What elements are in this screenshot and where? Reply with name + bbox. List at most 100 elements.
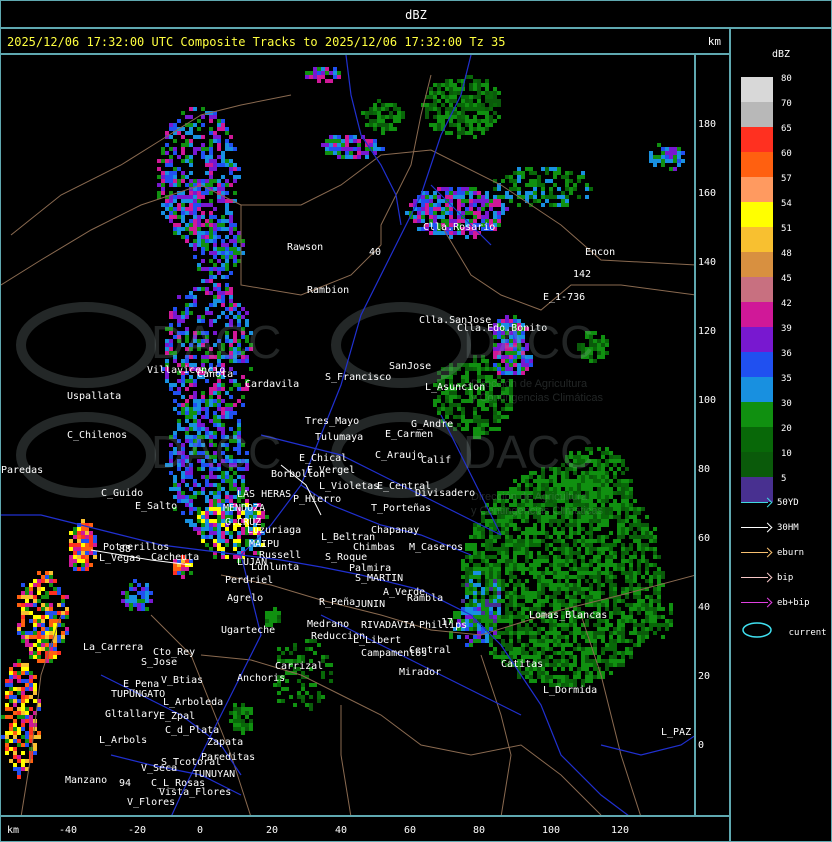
radar-echo-pixel (481, 355, 485, 359)
radar-echo-pixel (189, 159, 193, 163)
radar-echo-pixel (493, 355, 497, 359)
radar-echo-pixel (449, 211, 453, 215)
radar-echo-pixel (641, 507, 645, 511)
radar-echo-pixel (557, 603, 561, 607)
radar-echo-pixel (473, 87, 477, 91)
radar-echo-pixel (605, 471, 609, 475)
radar-echo-pixel (569, 631, 573, 635)
radar-echo-pixel (573, 647, 577, 651)
radar-echo-pixel (477, 107, 481, 111)
radar-echo-pixel (513, 187, 517, 191)
radar-echo-pixel (197, 179, 201, 183)
radar-echo-pixel (469, 575, 473, 579)
radar-echo-pixel (565, 579, 569, 583)
radar-echo-pixel (189, 127, 193, 131)
radar-echo-pixel (457, 79, 461, 83)
radar-echo-pixel (573, 639, 577, 643)
radar-echo-pixel (581, 471, 585, 475)
radar-echo-pixel (477, 119, 481, 123)
radar-echo-pixel (625, 519, 629, 523)
radar-echo-pixel (201, 251, 205, 255)
radar-echo-pixel (333, 143, 337, 147)
radar-echo-pixel (589, 535, 593, 539)
radar-echo-pixel (613, 515, 617, 519)
radar-echo-pixel (509, 619, 513, 623)
radar-echo-pixel (593, 359, 597, 363)
radar-echo-pixel (473, 359, 477, 363)
radar-echo-pixel (593, 483, 597, 487)
radar-echo-pixel (525, 475, 529, 479)
radar-echo-pixel (497, 383, 501, 387)
radar-echo-pixel (213, 163, 217, 167)
radar-echo-pixel (577, 675, 581, 679)
radar-echo-pixel (333, 67, 337, 71)
radar-echo-pixel (585, 551, 589, 555)
radar-echo-pixel (321, 143, 325, 147)
radar-echo-pixel (621, 527, 625, 531)
radar-echo-pixel (517, 647, 521, 651)
radar-echo-pixel (593, 539, 597, 543)
radar-echo-pixel (569, 575, 573, 579)
radar-echo-pixel (477, 567, 481, 571)
radar-echo-pixel (525, 195, 529, 199)
radar-echo-pixel (209, 127, 213, 131)
radar-echo-pixel (489, 115, 493, 119)
radar-echo-pixel (517, 491, 521, 495)
radar-echo-pixel (569, 559, 573, 563)
radar-echo-pixel (637, 547, 641, 551)
radar-echo-pixel (509, 407, 513, 411)
radar-echo-pixel (625, 487, 629, 491)
radar-echo-pixel (325, 67, 329, 71)
radar-echo-pixel (545, 195, 549, 199)
radar-echo-pixel (513, 551, 517, 555)
radar-map[interactable]: Clla.Rosario Encon 142 E_1-736 Rawson Rambion… (0, 54, 695, 816)
radar-echo-pixel (385, 107, 389, 111)
radar-echo-pixel (665, 159, 669, 163)
radar-echo-pixel (517, 651, 521, 655)
radar-echo-pixel (501, 179, 505, 183)
radar-echo-pixel (201, 179, 205, 183)
radar-echo-pixel (505, 631, 509, 635)
radar-echo-pixel (545, 599, 549, 603)
radar-echo-pixel (609, 559, 613, 563)
radar-echo-pixel (573, 631, 577, 635)
radar-echo-pixel (541, 531, 545, 535)
radar-echo-pixel (437, 87, 441, 91)
radar-echo-pixel (549, 679, 553, 683)
radar-echo-pixel (489, 375, 493, 379)
radar-echo-pixel (481, 571, 485, 575)
radar-echo-pixel (529, 191, 533, 195)
radar-echo-pixel (661, 575, 665, 579)
radar-echo-pixel (569, 455, 573, 459)
radar-echo-pixel (581, 479, 585, 483)
radar-echo-pixel (189, 163, 193, 167)
radar-echo-pixel (513, 607, 517, 611)
radar-echo-pixel (201, 259, 205, 263)
radar-echo-pixel (493, 99, 497, 103)
radar-echo-pixel (485, 399, 489, 403)
radar-echo-pixel (593, 339, 597, 343)
radar-echo-pixel (545, 519, 549, 523)
radar-echo-pixel (533, 595, 537, 599)
radar-echo-pixel (605, 343, 609, 347)
radar-echo-pixel (201, 243, 205, 247)
radar-echo-pixel (429, 195, 433, 199)
radar-echo-pixel (509, 371, 513, 375)
radar-echo-pixel (333, 147, 337, 151)
radar-echo-pixel (477, 99, 481, 103)
radar-echo-pixel (213, 159, 217, 163)
radar-echo-pixel (513, 347, 517, 351)
radar-echo-pixel (489, 95, 493, 99)
radar-echo-pixel (517, 203, 521, 207)
radar-echo-pixel (509, 347, 513, 351)
radar-echo-pixel (589, 603, 593, 607)
radar-echo-pixel (513, 359, 517, 363)
radar-echo-pixel (565, 595, 569, 599)
radar-echo-pixel (477, 371, 481, 375)
radar-echo-pixel (209, 267, 213, 271)
radar-echo-pixel (493, 215, 497, 219)
radar-echo-pixel (593, 647, 597, 651)
radar-echo-pixel (557, 487, 561, 491)
radar-echo-pixel (573, 663, 577, 667)
radar-echo-pixel (533, 191, 537, 195)
